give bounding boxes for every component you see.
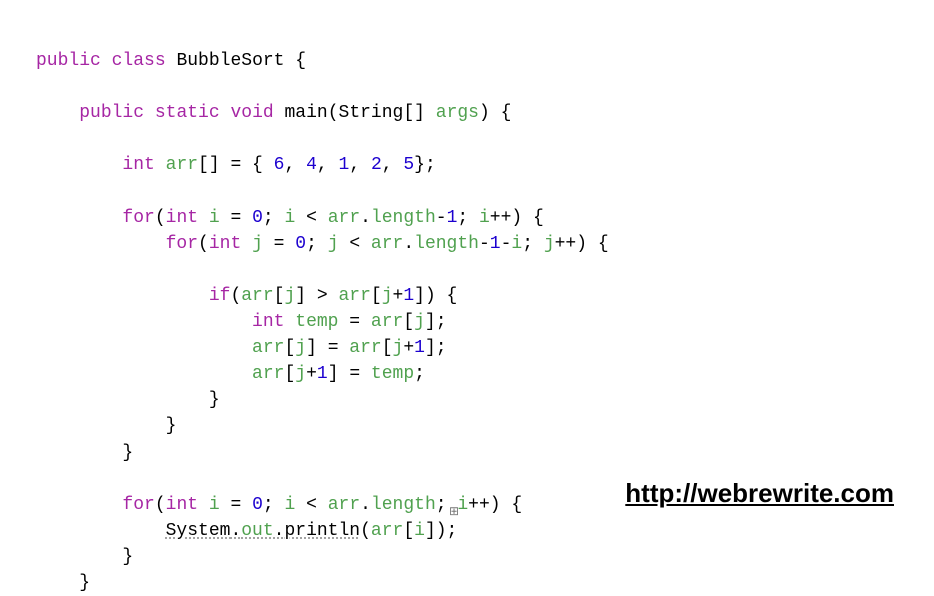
line-15: } bbox=[36, 547, 133, 567]
line-8: arr[j] = arr[j+1]; bbox=[36, 338, 447, 358]
line-9: arr[j+1] = temp; bbox=[36, 364, 425, 384]
line-16: } bbox=[36, 573, 90, 593]
resize-handle-icon: ⊞ bbox=[449, 503, 459, 513]
line-2: public static void main(String[] args) { bbox=[36, 103, 511, 123]
line-12: } bbox=[36, 443, 133, 463]
line-3: int arr[] = { 6, 4, 1, 2, 5}; bbox=[36, 155, 436, 175]
line-11: } bbox=[36, 416, 176, 436]
line-7: int temp = arr[j]; bbox=[36, 312, 447, 332]
line-4: for(int i = 0; i < arr.length-1; i++) { bbox=[36, 208, 544, 228]
line-6: if(arr[j] > arr[j+1]) { bbox=[36, 286, 457, 306]
line-5: for(int j = 0; j < arr.length-1-i; j++) … bbox=[36, 234, 609, 254]
line-10: } bbox=[36, 390, 220, 410]
attribution-link[interactable]: http://webrewrite.com bbox=[625, 475, 894, 513]
line-1: public class BubbleSort { bbox=[36, 51, 306, 71]
